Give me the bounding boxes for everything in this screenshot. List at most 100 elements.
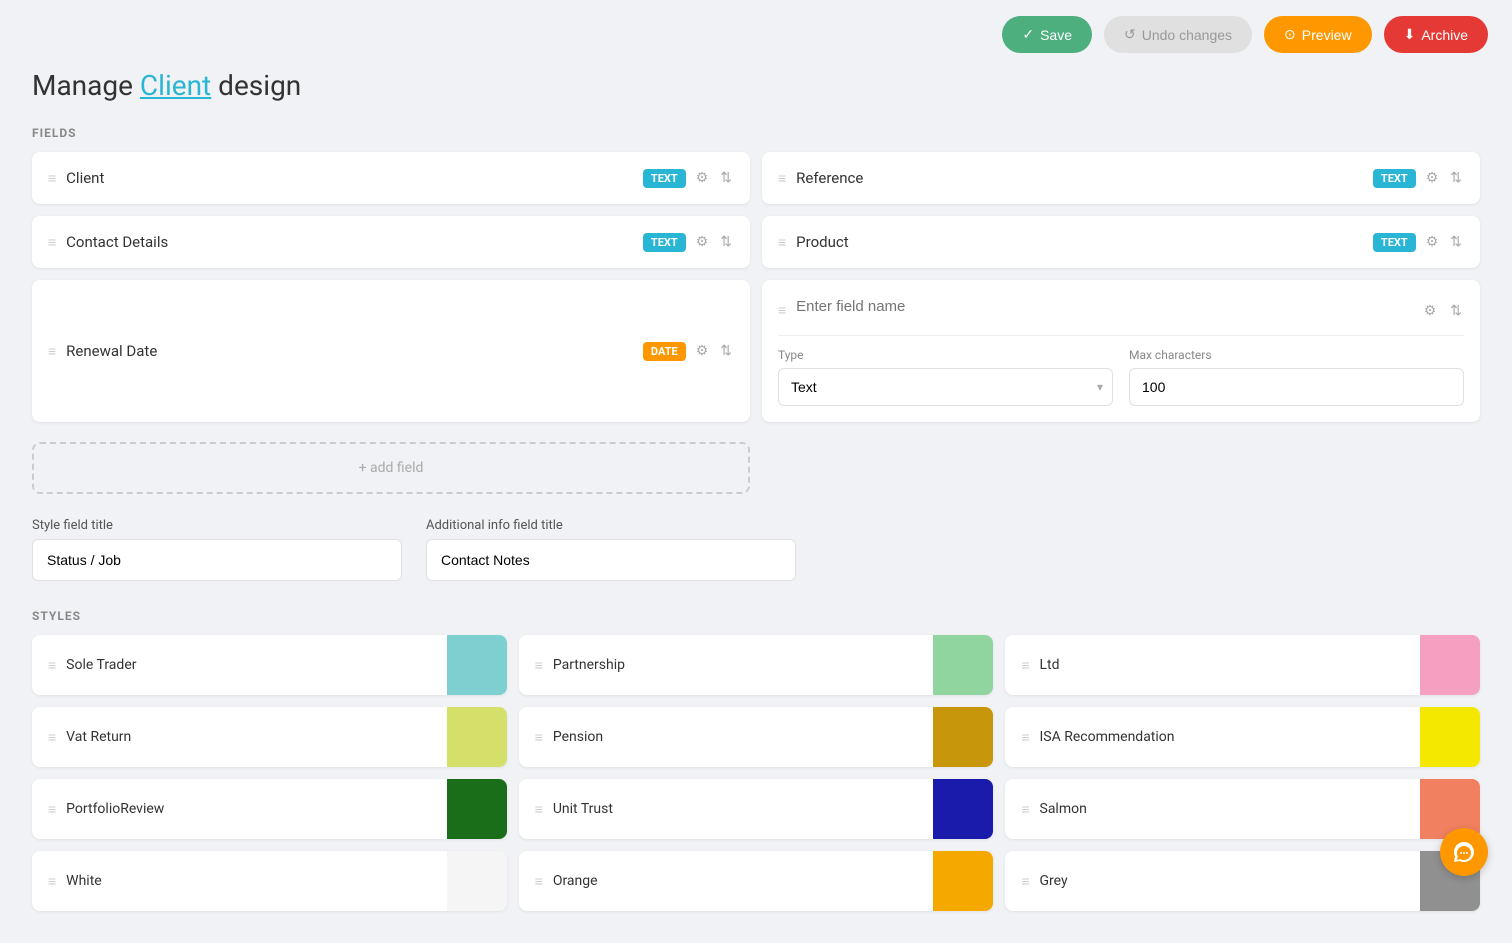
style-color-swatch[interactable] (447, 707, 507, 767)
style-name: PortfolioReview (66, 801, 164, 817)
style-field-title-label: Style field title (32, 518, 402, 533)
field-product-badge: TEXT (1373, 233, 1416, 252)
field-renewal-date-settings-icon[interactable]: ⚙ (694, 341, 711, 361)
field-product-name: Product (796, 233, 848, 251)
style-name: White (66, 873, 102, 889)
style-color-swatch[interactable] (933, 779, 993, 839)
drag-handle-icon[interactable]: ≡ (48, 170, 56, 187)
style-name: Orange (553, 873, 598, 889)
style-color-swatch[interactable] (933, 635, 993, 695)
check-icon: ✓ (1022, 26, 1034, 43)
field-product-settings-icon[interactable]: ⚙ (1424, 232, 1441, 252)
style-color-swatch[interactable] (1420, 707, 1480, 767)
style-drag-handle-icon[interactable]: ≡ (48, 729, 56, 746)
field-reference-move-icon[interactable]: ⇅ (1448, 168, 1464, 188)
style-field-title-input[interactable] (32, 539, 402, 581)
drag-handle-icon[interactable]: ≡ (48, 234, 56, 251)
field-client: ≡ Client TEXT ⚙ ⇅ (32, 152, 750, 204)
info-fields: Style field title Additional info field … (32, 518, 1480, 581)
style-name: Sole Trader (66, 657, 136, 673)
field-renewal-date: ≡ Renewal Date DATE ⚙ ⇅ (32, 280, 750, 422)
field-contact-details-name: Contact Details (66, 233, 168, 251)
style-drag-handle-icon[interactable]: ≡ (535, 873, 543, 890)
style-drag-handle-icon[interactable]: ≡ (535, 729, 543, 746)
style-name: Salmon (1040, 801, 1087, 817)
style-card: ≡ PortfolioReview (32, 779, 507, 839)
style-drag-handle-icon[interactable]: ≡ (48, 657, 56, 674)
style-name: Grey (1040, 873, 1068, 889)
style-color-swatch[interactable] (447, 635, 507, 695)
fields-section-label: FIELDS (32, 126, 1480, 140)
field-reference-name: Reference (796, 169, 863, 187)
style-drag-handle-icon[interactable]: ≡ (1021, 729, 1029, 746)
style-card: ≡ Vat Return (32, 707, 507, 767)
drag-handle-icon[interactable]: ≡ (48, 343, 56, 360)
chat-button[interactable] (1440, 828, 1488, 876)
preview-icon: ⊙ (1284, 26, 1296, 43)
field-contact-details-settings-icon[interactable]: ⚙ (694, 232, 711, 252)
style-color-swatch[interactable] (447, 851, 507, 911)
style-drag-handle-icon[interactable]: ≡ (1021, 657, 1029, 674)
main-content: Manage Client design FIELDS ≡ Client TEX… (0, 69, 1512, 943)
field-renewal-date-name: Renewal Date (66, 342, 157, 360)
field-client-settings-icon[interactable]: ⚙ (694, 168, 711, 188)
style-card: ≡ Orange (519, 851, 994, 911)
new-field-name-input[interactable] (796, 296, 1412, 325)
style-name: Partnership (553, 657, 625, 673)
style-name: Pension (553, 729, 603, 745)
archive-icon: ⬇ (1404, 26, 1416, 43)
preview-button[interactable]: ⊙ Preview (1264, 16, 1372, 53)
field-client-move-icon[interactable]: ⇅ (718, 168, 734, 188)
new-field-card: ≡ ⚙ ⇅ Type Text Date Number ▾ (762, 280, 1480, 422)
style-card: ≡ Partnership (519, 635, 994, 695)
drag-handle-icon[interactable]: ≡ (778, 170, 786, 187)
style-drag-handle-icon[interactable]: ≡ (535, 801, 543, 818)
field-reference-settings-icon[interactable]: ⚙ (1424, 168, 1441, 188)
archive-button[interactable]: ⬇ Archive (1384, 16, 1488, 53)
style-drag-handle-icon[interactable]: ≡ (48, 801, 56, 818)
page-title: Manage Client design (32, 69, 1480, 102)
style-drag-handle-icon[interactable]: ≡ (1021, 801, 1029, 818)
field-renewal-date-badge: DATE (643, 342, 686, 361)
additional-info-label: Additional info field title (426, 518, 796, 533)
undo-button[interactable]: ↺ Undo changes (1104, 16, 1252, 53)
field-renewal-date-move-icon[interactable]: ⇅ (718, 341, 734, 361)
top-bar: ✓ Save ↺ Undo changes ⊙ Preview ⬇ Archiv… (0, 0, 1512, 69)
style-name: Ltd (1040, 657, 1060, 673)
style-drag-handle-icon[interactable]: ≡ (535, 657, 543, 674)
field-client-name: Client (66, 169, 104, 187)
style-name: Unit Trust (553, 801, 613, 817)
field-contact-details-badge: TEXT (643, 233, 686, 252)
style-color-swatch[interactable] (933, 851, 993, 911)
new-field-move-icon[interactable]: ⇅ (1448, 301, 1464, 321)
styles-grid: ≡ Sole Trader ≡ Partnership ≡ Ltd ≡ Vat … (32, 635, 1480, 911)
type-label: Type (778, 348, 1113, 362)
field-contact-details-move-icon[interactable]: ⇅ (718, 232, 734, 252)
style-color-swatch[interactable] (933, 707, 993, 767)
field-type-select[interactable]: Text Date Number (778, 368, 1113, 406)
field-reference-badge: TEXT (1373, 169, 1416, 188)
style-color-swatch[interactable] (1420, 635, 1480, 695)
style-card: ≡ Ltd (1005, 635, 1480, 695)
field-product: ≡ Product TEXT ⚙ ⇅ (762, 216, 1480, 268)
field-contact-details: ≡ Contact Details TEXT ⚙ ⇅ (32, 216, 750, 268)
style-card: ≡ ISA Recommendation (1005, 707, 1480, 767)
drag-handle-icon: ≡ (778, 302, 786, 319)
save-button[interactable]: ✓ Save (1002, 16, 1092, 53)
styles-section-label: STYLES (32, 609, 1480, 623)
drag-handle-icon[interactable]: ≡ (778, 234, 786, 251)
max-label: Max characters (1129, 348, 1464, 362)
new-field-settings-icon[interactable]: ⚙ (1422, 301, 1439, 321)
style-card: ≡ Unit Trust (519, 779, 994, 839)
style-drag-handle-icon[interactable]: ≡ (48, 873, 56, 890)
style-color-swatch[interactable] (447, 779, 507, 839)
max-characters-input[interactable] (1129, 368, 1464, 406)
field-client-badge: TEXT (643, 169, 686, 188)
style-drag-handle-icon[interactable]: ≡ (1021, 873, 1029, 890)
field-product-move-icon[interactable]: ⇅ (1448, 232, 1464, 252)
style-name: ISA Recommendation (1040, 729, 1175, 745)
additional-info-input[interactable] (426, 539, 796, 581)
add-field-button[interactable]: + add field (32, 442, 750, 494)
style-card: ≡ Salmon (1005, 779, 1480, 839)
style-card: ≡ Sole Trader (32, 635, 507, 695)
